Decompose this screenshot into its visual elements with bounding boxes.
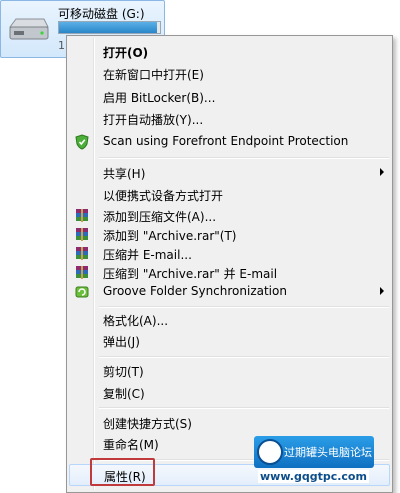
menu-item-label: 弹出(J) bbox=[103, 335, 140, 349]
menu-item-label: 启用 BitLocker(B)... bbox=[103, 91, 216, 105]
site-watermark: 过期罐头电脑论坛 www.gqgtpc.com bbox=[254, 436, 394, 486]
drive-usage-bar bbox=[58, 21, 161, 34]
winrar-icon bbox=[76, 247, 88, 260]
watermark-banner: 过期罐头电脑论坛 bbox=[254, 436, 374, 468]
properties-callout-box bbox=[90, 458, 155, 486]
menu-item-autoplay[interactable]: 打开自动播放(Y)... bbox=[69, 109, 390, 129]
winrar-icon bbox=[76, 209, 88, 222]
menu-item-share[interactable]: 共享(H) bbox=[69, 163, 390, 183]
winrar-icon bbox=[76, 266, 88, 279]
removable-drive-icon bbox=[9, 18, 49, 40]
menu-item-label: Scan using Forefront Endpoint Protection bbox=[103, 134, 349, 148]
menu-item-groove-sync[interactable]: Groove Folder Synchronization bbox=[69, 282, 390, 302]
drive-name: 可移动磁盘 (G:) bbox=[58, 7, 145, 21]
menu-item-open-portable[interactable]: 以便携式设备方式打开 bbox=[69, 185, 390, 205]
drive-usage-fill bbox=[59, 22, 157, 33]
menu-item-label: 打开自动播放(Y)... bbox=[103, 113, 204, 127]
context-menu: 打开(O) 在新窗口中打开(E) 启用 BitLocker(B)... 打开自动… bbox=[66, 35, 393, 493]
menu-item-label: 压缩并 E-mail... bbox=[103, 248, 192, 262]
menu-item-label: 压缩到 "Archive.rar" 并 E-mail bbox=[103, 267, 278, 281]
menu-item-add-archive-rar[interactable]: 添加到 "Archive.rar"(T) bbox=[69, 225, 390, 245]
menu-item-label: 格式化(A)... bbox=[103, 314, 169, 328]
submenu-arrow-icon bbox=[380, 168, 384, 176]
winrar-icon bbox=[76, 228, 88, 241]
menu-item-label: Groove Folder Synchronization bbox=[103, 284, 287, 298]
shield-icon bbox=[75, 134, 89, 150]
menu-item-label: 复制(C) bbox=[103, 387, 145, 401]
menu-item-compress-rar-email[interactable]: 压缩到 "Archive.rar" 并 E-mail bbox=[69, 263, 390, 283]
menu-item-open-new-window[interactable]: 在新窗口中打开(E) bbox=[69, 64, 390, 84]
menu-item-copy[interactable]: 复制(C) bbox=[69, 383, 390, 403]
menu-item-label: 剪切(T) bbox=[103, 365, 144, 379]
menu-item-label: 共享(H) bbox=[103, 167, 146, 181]
watermark-url: www.gqgtpc.com bbox=[258, 470, 369, 483]
menu-separator bbox=[99, 157, 389, 159]
menu-item-compress-email[interactable]: 压缩并 E-mail... bbox=[69, 244, 390, 264]
menu-item-forefront-scan[interactable]: Scan using Forefront Endpoint Protection bbox=[69, 132, 390, 152]
menu-item-label: 添加到 "Archive.rar"(T) bbox=[103, 229, 237, 243]
menu-item-add-archive[interactable]: 添加到压缩文件(A)... bbox=[69, 206, 390, 226]
menu-item-label: 添加到压缩文件(A)... bbox=[103, 210, 217, 224]
watermark-text: 过期罐头电脑论坛 bbox=[284, 446, 372, 459]
menu-item-label: 打开(O) bbox=[103, 46, 149, 60]
menu-separator bbox=[99, 306, 389, 308]
menu-item-label: 创建快捷方式(S) bbox=[103, 417, 192, 431]
menu-item-cut[interactable]: 剪切(T) bbox=[69, 361, 390, 381]
menu-item-open[interactable]: 打开(O) bbox=[69, 42, 390, 62]
menu-item-bitlocker[interactable]: 启用 BitLocker(B)... bbox=[69, 87, 390, 107]
menu-item-label: 以便携式设备方式打开 bbox=[103, 189, 224, 203]
menu-separator bbox=[99, 407, 389, 409]
watermark-logo-icon bbox=[257, 439, 283, 465]
menu-separator bbox=[99, 356, 389, 358]
menu-item-label: 在新窗口中打开(E) bbox=[103, 68, 204, 82]
menu-item-create-shortcut[interactable]: 创建快捷方式(S) bbox=[69, 413, 390, 433]
submenu-arrow-icon bbox=[380, 287, 384, 295]
menu-item-eject[interactable]: 弹出(J) bbox=[69, 331, 390, 351]
menu-item-format[interactable]: 格式化(A)... bbox=[69, 310, 390, 330]
menu-item-label: 重命名(M) bbox=[103, 438, 159, 452]
groove-icon bbox=[75, 286, 89, 298]
